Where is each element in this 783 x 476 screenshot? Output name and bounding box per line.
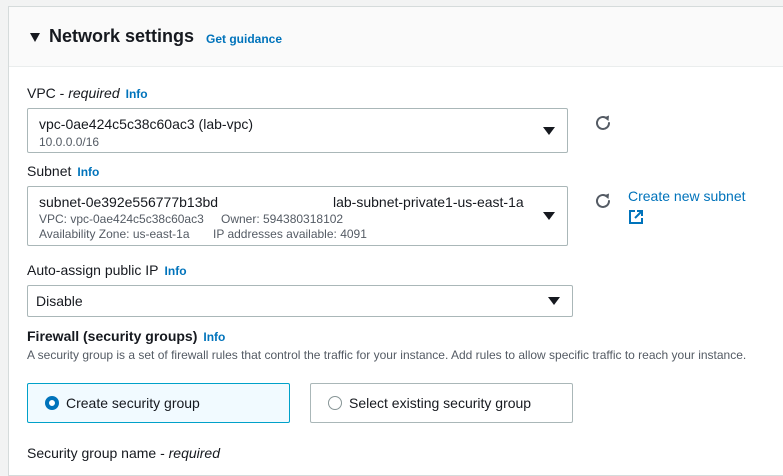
firewall-description: A security group is a set of firewall ru… bbox=[27, 348, 747, 362]
radio-unselected-icon[interactable] bbox=[328, 396, 342, 410]
vpc-select-value: vpc-0ae424c5c38c60ac3 (lab-vpc) bbox=[39, 116, 254, 132]
firewall-info-link[interactable]: Info bbox=[203, 330, 225, 344]
public-ip-select-value: Disable bbox=[36, 293, 83, 309]
public-ip-label-text: Auto-assign public IP bbox=[27, 262, 159, 278]
create-security-group-label: Create security group bbox=[66, 395, 200, 411]
subnet-info-link[interactable]: Info bbox=[77, 165, 99, 179]
select-existing-security-group-label: Select existing security group bbox=[349, 395, 532, 411]
subnet-owner-line: Owner: 594380318102 bbox=[221, 212, 344, 226]
panel-title: Network settings bbox=[49, 26, 195, 46]
dropdown-caret-icon bbox=[543, 212, 555, 220]
radio-selected-icon[interactable] bbox=[45, 396, 59, 410]
external-link-icon[interactable] bbox=[628, 209, 644, 225]
vpc-label: VPC - required Info bbox=[27, 85, 148, 101]
dropdown-caret-icon bbox=[543, 127, 555, 135]
security-group-name-label: Security group name - required bbox=[27, 445, 220, 461]
subnet-label: Subnet Info bbox=[27, 163, 99, 179]
vpc-required-text: required bbox=[68, 85, 120, 101]
subnet-az-line: Availability Zone: us-east-1a bbox=[39, 227, 190, 241]
dropdown-caret-icon bbox=[548, 297, 560, 305]
caret-down-icon[interactable] bbox=[30, 33, 40, 42]
vpc-label-text: VPC - bbox=[27, 85, 69, 101]
subnet-label-text: Subnet bbox=[27, 163, 72, 179]
public-ip-select[interactable]: Disable bbox=[27, 285, 573, 317]
sg-name-required-text: required bbox=[168, 445, 220, 461]
vpc-select[interactable]: vpc-0ae424c5c38c60ac3 (lab-vpc) 10.0.0.0… bbox=[27, 108, 568, 153]
firewall-label-text: Firewall (security groups) bbox=[27, 328, 198, 344]
subnet-id: subnet-0e392e556777b13bd bbox=[39, 194, 219, 210]
refresh-icon[interactable] bbox=[593, 113, 613, 133]
sg-name-label-text: Security group name - bbox=[27, 445, 169, 461]
panel-header[interactable]: Network settings Get guidance bbox=[9, 7, 783, 67]
refresh-icon[interactable] bbox=[593, 191, 613, 211]
select-existing-security-group-option[interactable]: Select existing security group bbox=[310, 383, 573, 423]
subnet-vpc-line: VPC: vpc-0ae424c5c38c60ac3 bbox=[39, 212, 204, 226]
create-security-group-option[interactable]: Create security group bbox=[27, 383, 290, 423]
firewall-label: Firewall (security groups) Info bbox=[27, 328, 225, 344]
public-ip-label: Auto-assign public IP Info bbox=[27, 262, 187, 278]
get-guidance-link[interactable]: Get guidance bbox=[206, 32, 282, 46]
subnet-select[interactable]: subnet-0e392e556777b13bd lab-subnet-priv… bbox=[27, 186, 568, 246]
vpc-info-link[interactable]: Info bbox=[126, 87, 148, 101]
create-new-subnet-link[interactable]: Create new subnet bbox=[628, 188, 746, 204]
public-ip-info-link[interactable]: Info bbox=[165, 264, 187, 278]
vpc-cidr: 10.0.0.0/16 bbox=[39, 135, 100, 149]
subnet-ip-line: IP addresses available: 4091 bbox=[213, 227, 367, 241]
subnet-name: lab-subnet-private1-us-east-1a bbox=[333, 194, 524, 210]
